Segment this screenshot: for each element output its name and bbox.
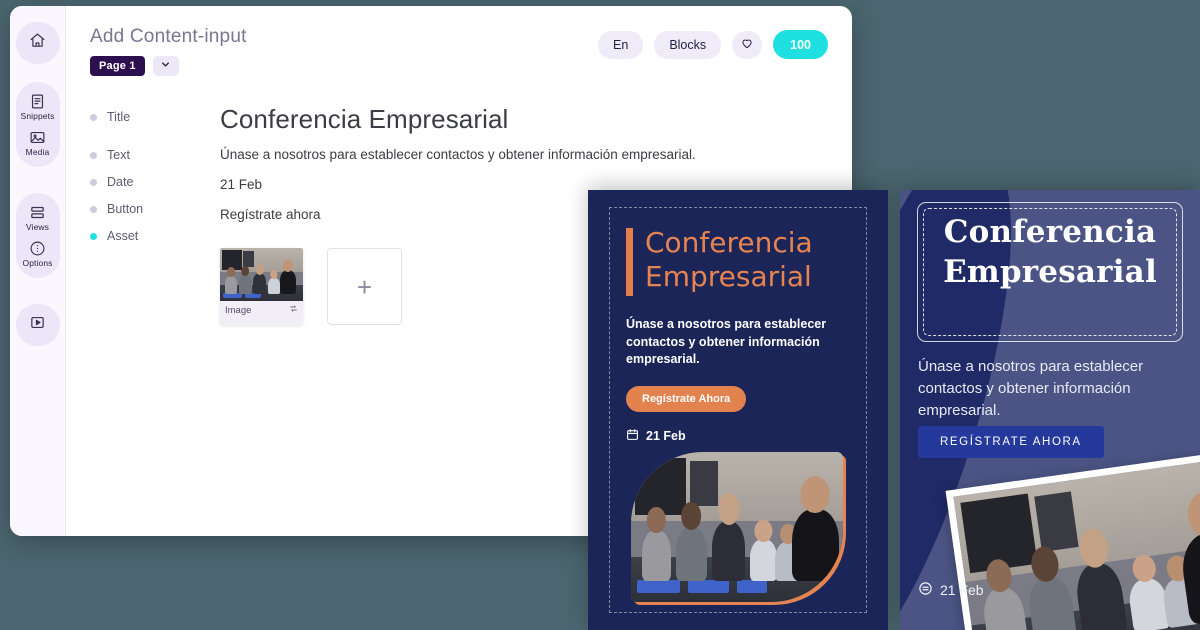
field-item-text[interactable]: Text: [90, 148, 202, 162]
poster-cta-button[interactable]: Regístrate Ahora: [626, 385, 747, 412]
poster-preview-slate[interactable]: Conferencia Empresarial Únase a nosotros…: [900, 190, 1200, 630]
field-item-title[interactable]: Title: [90, 110, 202, 124]
poster-photo: [945, 449, 1200, 630]
poster-date: 21 Feb: [626, 428, 854, 444]
page-title: Add Content-input: [90, 26, 247, 47]
status-dot-active: [90, 232, 97, 240]
field-label: Date: [107, 175, 134, 189]
sidebar-item-label: Media: [25, 147, 50, 157]
field-label: Title: [107, 110, 131, 124]
poster-title: Conferencia Empresarial: [900, 212, 1200, 292]
field-label: Button: [107, 202, 144, 216]
poster-photo: [631, 452, 843, 602]
status-dot: [90, 151, 97, 159]
poster-date-text: 21 Feb: [646, 428, 686, 443]
field-item-date[interactable]: Date: [90, 175, 202, 189]
asset-thumbnail[interactable]: Image: [220, 248, 303, 325]
sidebar-item-media[interactable]: Media: [26, 125, 50, 161]
sidebar-group-content: Snippets Media: [15, 82, 60, 167]
poster-text: Únase a nosotros para establecer contact…: [918, 358, 1144, 419]
field-item-button[interactable]: Button: [90, 202, 202, 216]
poster-title: Conferencia Empresarial: [626, 226, 854, 296]
poster-title-line1: Conferencia: [645, 226, 813, 259]
poster-cta-button[interactable]: REGÍSTRATE AHORA: [918, 426, 1104, 458]
preview-title[interactable]: Conferencia Empresarial: [220, 104, 828, 135]
event-circle-icon: [918, 581, 933, 599]
sidebar-item-views[interactable]: Views: [26, 200, 49, 236]
asset-thumbnail-label: Image: [225, 304, 252, 316]
status-dot: [90, 178, 97, 186]
asset-thumbnail-caption: Image: [220, 301, 303, 320]
blocks-button[interactable]: Blocks: [654, 30, 722, 59]
editor-topbar: Add Content-input Page 1 En Blocks 100: [66, 6, 852, 76]
plus-icon: +: [356, 271, 373, 302]
accent-bar: [626, 228, 633, 296]
poster-preview-navy[interactable]: Conferencia Empresarial Únase a nosotros…: [588, 190, 888, 630]
sidebar: Snippets Media Views Options: [10, 6, 66, 536]
sidebar-item-snippets[interactable]: Snippets: [21, 89, 55, 125]
home-icon: [29, 32, 46, 54]
language-button[interactable]: En: [598, 30, 644, 59]
views-icon: [29, 204, 46, 221]
poster-date: 21 Feb: [918, 581, 984, 599]
sidebar-group-settings: Views Options: [15, 193, 60, 278]
play-icon: [29, 314, 46, 336]
heart-icon: [740, 36, 754, 53]
media-icon: [29, 129, 46, 146]
sidebar-item-home[interactable]: [15, 22, 60, 64]
poster-date-text: 21 Feb: [940, 582, 984, 598]
screen: Snippets Media Views Options Add Content…: [0, 0, 1200, 630]
poster-text: Únase a nosotros para establecer contact…: [626, 317, 827, 366]
status-dot: [90, 113, 97, 121]
page-dropdown-button[interactable]: [152, 56, 179, 76]
calendar-icon: [626, 428, 639, 444]
replace-icon[interactable]: [289, 304, 298, 316]
field-item-asset[interactable]: Asset: [90, 229, 202, 243]
page-selector: Page 1: [90, 56, 247, 76]
credits-badge[interactable]: 100: [773, 30, 828, 59]
asset-thumbnail-image: [220, 248, 303, 301]
options-icon: [29, 240, 46, 257]
sidebar-item-label: Options: [22, 258, 53, 268]
sidebar-item-label: Views: [25, 222, 50, 232]
add-asset-button[interactable]: +: [327, 248, 402, 325]
sidebar-item-options[interactable]: Options: [23, 236, 53, 272]
field-label: Asset: [107, 229, 139, 243]
poster-title-line2: Empresarial: [943, 254, 1157, 290]
chevron-down-icon: [160, 57, 171, 75]
preview-text[interactable]: Únase a nosotros para establecer contact…: [220, 147, 828, 162]
page-badge[interactable]: Page 1: [90, 56, 145, 76]
snippets-icon: [29, 93, 46, 110]
sidebar-item-label: Snippets: [20, 111, 55, 121]
favorite-button[interactable]: [732, 30, 763, 59]
field-label: Text: [107, 148, 130, 162]
field-list: Title Text Date Button Asset: [90, 104, 202, 536]
toolbar: En Blocks 100: [598, 26, 828, 59]
poster-title-line2: Empresarial: [645, 260, 812, 293]
poster-title-line1: Conferencia: [943, 214, 1157, 250]
status-dot: [90, 205, 97, 213]
sidebar-item-preview[interactable]: [15, 304, 60, 346]
